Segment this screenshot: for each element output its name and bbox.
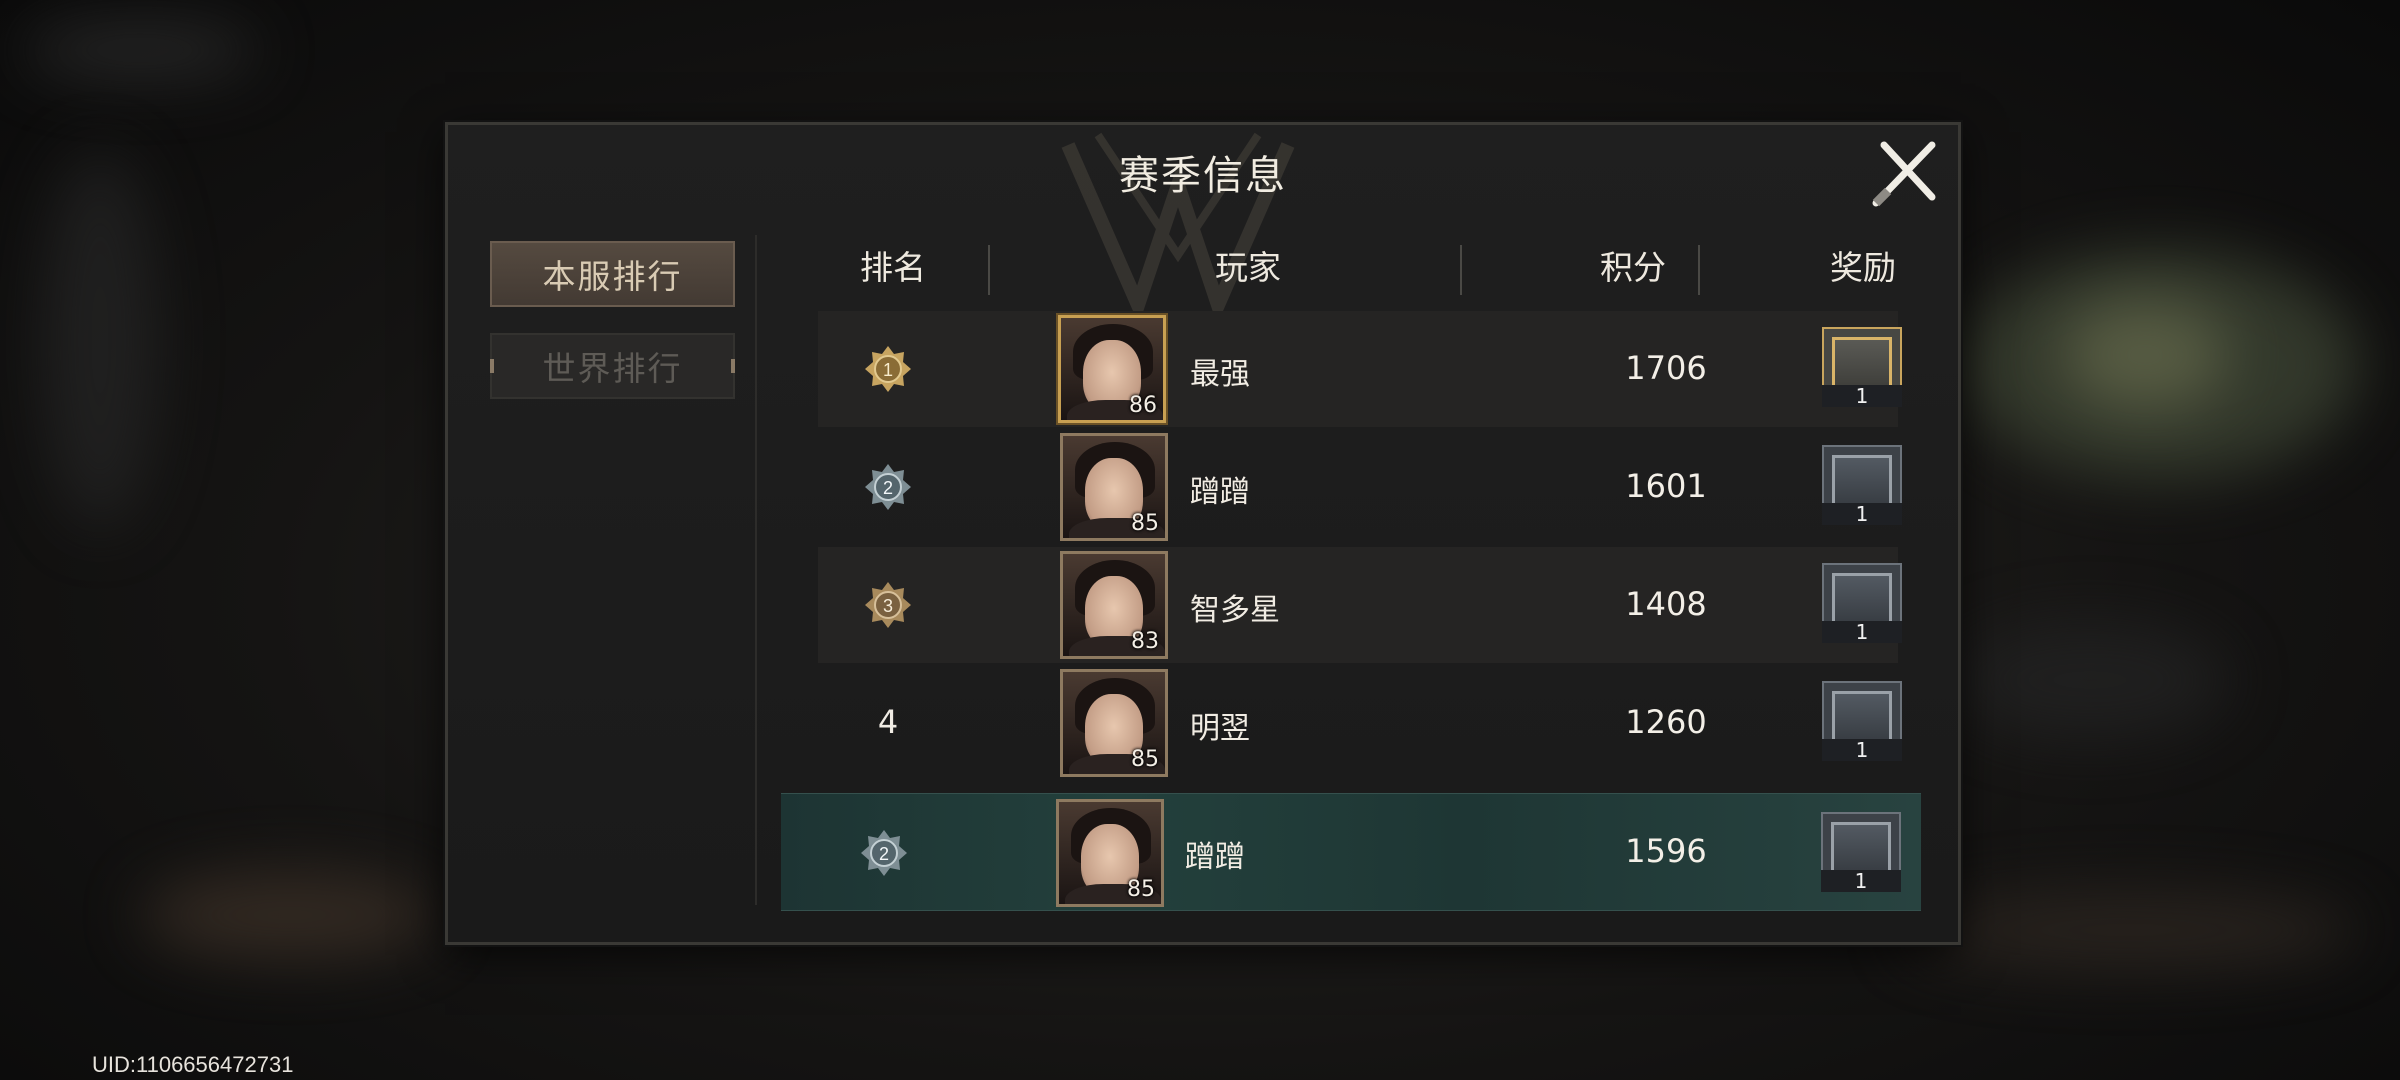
table-row[interactable]: 2 85 蹭蹭 1601 1 — [818, 429, 1902, 545]
player-score: 1706 — [1625, 349, 1707, 387]
avatar[interactable]: 83 — [1060, 551, 1168, 659]
reward-count: 1 — [1822, 739, 1902, 761]
reward-item[interactable]: 1 — [1822, 563, 1902, 643]
tab-world-ranking[interactable]: 世界排行 — [490, 333, 735, 399]
player-score: 1601 — [1625, 467, 1707, 505]
tab-server-ranking[interactable]: 本服排行 — [490, 241, 735, 307]
player-name: 最强 — [1190, 357, 1250, 392]
rank-medal-number: 3 — [883, 596, 893, 616]
season-info-panel: 赛季信息 本服排行 世界排行 排名 玩家 积分 奖励 1 86 最强 1706 … — [445, 122, 1961, 945]
player-name: 智多星 — [1190, 593, 1280, 628]
rank-medal-gold-icon: 1 — [865, 346, 911, 392]
sidebar-divider — [755, 235, 757, 905]
rank-medal-silver-icon: 2 — [861, 830, 907, 876]
panel-title: 赛季信息 — [1119, 153, 1287, 199]
avatar-level: 85 — [1131, 511, 1159, 536]
avatar-level: 83 — [1131, 629, 1159, 654]
tab-world-ranking-label: 世界排行 — [542, 349, 683, 388]
reward-item[interactable]: 1 — [1822, 681, 1902, 761]
rank-number: 4 — [877, 703, 899, 741]
player-name: 蹭蹭 — [1190, 475, 1250, 510]
my-rank-row[interactable]: 2 85 蹭蹭 1596 1 — [781, 793, 1921, 911]
reward-count: 1 — [1822, 385, 1902, 407]
uid-label: UID:1106656472731 — [92, 1052, 294, 1077]
header-rank: 排名 — [860, 248, 926, 287]
reward-item[interactable]: 1 — [1822, 327, 1902, 407]
avatar[interactable]: 86 — [1058, 315, 1166, 423]
tab-server-ranking-label: 本服排行 — [542, 257, 683, 296]
avatar[interactable]: 85 — [1056, 799, 1164, 907]
table-header: 排名 玩家 积分 奖励 — [788, 235, 1928, 300]
player-score: 1408 — [1625, 585, 1707, 623]
avatar-level: 85 — [1131, 747, 1159, 772]
header-score: 积分 — [1600, 248, 1666, 287]
close-icon — [1872, 141, 1936, 207]
table-row[interactable]: 4 85 明翌 1260 1 — [818, 665, 1902, 781]
rank-medal-number: 2 — [879, 844, 889, 864]
header-reward: 奖励 — [1830, 248, 1896, 287]
avatar[interactable]: 85 — [1060, 669, 1168, 777]
header-player: 玩家 — [1215, 248, 1281, 287]
avatar-level: 86 — [1129, 393, 1157, 418]
player-score: 1596 — [1625, 832, 1707, 870]
player-score: 1260 — [1625, 703, 1707, 741]
player-name: 蹭蹭 — [1185, 840, 1245, 875]
rank-medal-bronze-icon: 3 — [865, 582, 911, 628]
rank-medal-number: 1 — [883, 360, 893, 380]
table-row[interactable]: 3 83 智多星 1408 1 — [818, 547, 1902, 663]
player-name: 明翌 — [1190, 711, 1250, 746]
reward-count: 1 — [1821, 870, 1901, 892]
avatar-level: 85 — [1127, 877, 1155, 902]
avatar[interactable]: 85 — [1060, 433, 1168, 541]
rank-medal-number: 2 — [883, 478, 893, 498]
reward-count: 1 — [1822, 621, 1902, 643]
reward-count: 1 — [1822, 503, 1902, 525]
rank-medal-silver-icon: 2 — [865, 464, 911, 510]
reward-item[interactable]: 1 — [1822, 445, 1902, 525]
reward-item[interactable]: 1 — [1821, 812, 1901, 892]
table-row[interactable]: 1 86 最强 1706 1 — [818, 311, 1902, 427]
close-button[interactable] — [1866, 133, 1944, 211]
